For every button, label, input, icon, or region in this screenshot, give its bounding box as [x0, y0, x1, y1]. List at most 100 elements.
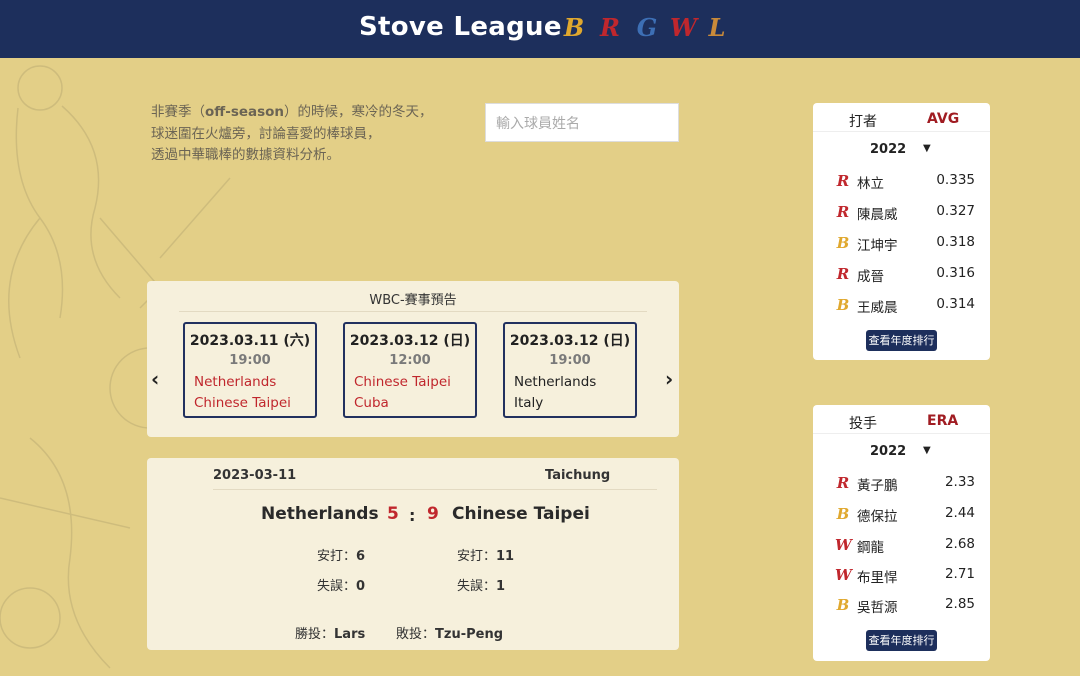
panel-metric: AVG	[927, 111, 960, 127]
away-hits: 安打：11	[457, 545, 514, 564]
game-time: 12:00	[389, 353, 431, 368]
win-label: 勝投：	[295, 627, 335, 642]
game-team2: Chinese Taipei	[194, 395, 291, 411]
lions-logo: R	[836, 474, 850, 492]
view-annual-ranking-button[interactable]: 查看年度排行	[866, 330, 937, 351]
wbc-title: WBC-賽事預告	[369, 293, 457, 308]
lions-logo: R	[836, 172, 850, 190]
leader-row[interactable]: W 布里悍 2.71	[835, 565, 975, 586]
intro-line2: 球迷圍在火爐旁，討論喜愛的棒球員，	[151, 125, 381, 142]
divider	[813, 131, 990, 132]
player-search-input[interactable]	[494, 104, 674, 143]
lions-logo[interactable]: R	[599, 14, 621, 42]
away-errors-value: 1	[496, 579, 506, 594]
leader-row[interactable]: B 江坤宇 0.318	[835, 233, 975, 254]
wbc-preview-card: WBC-賽事預告 ‹ › 2023.03.11 (六) 19:00 Nether…	[147, 281, 679, 437]
player-name: 鋼龍	[857, 540, 884, 556]
home-errors: 失誤：0	[317, 575, 365, 594]
errors-label: 失誤：	[457, 579, 497, 594]
dragons-logo: W	[835, 566, 852, 584]
win-pitcher-name: Lars	[334, 627, 366, 642]
leader-row[interactable]: R 成晉 0.316	[835, 264, 975, 285]
player-value: 2.71	[944, 566, 975, 582]
brothers-logo[interactable]: B	[563, 14, 585, 42]
leader-row[interactable]: W 鋼龍 2.68	[835, 535, 975, 556]
intro-line1-b: ）的時候，寒冷的冬天，	[284, 104, 433, 120]
losing-pitcher: 敗投：Tzu-Peng	[396, 623, 503, 642]
home-hits-value: 6	[356, 549, 366, 564]
monkeys-logo[interactable]: L	[706, 14, 728, 42]
home-score: 5	[387, 504, 399, 524]
game-card[interactable]: 2023.03.12 (日) 12:00 Chinese Taipei Cuba	[343, 322, 477, 418]
loss-pitcher-name: Tzu-Peng	[435, 627, 504, 642]
pitching-leaders-panel: 投手 ERA 2022 ▼ R 黃子鵬 2.33 B 德保拉 2.44 W 鋼龍…	[813, 405, 990, 661]
home-team-name: Netherlands	[261, 504, 379, 524]
chevron-right-icon[interactable]: ›	[665, 369, 673, 389]
score-separator: :	[409, 506, 416, 525]
player-value: 2.85	[944, 596, 975, 612]
errors-label: 失誤：	[317, 579, 357, 594]
player-name: 王威晨	[857, 300, 898, 316]
home-hits: 安打：6	[317, 545, 365, 564]
player-name: 陳晨威	[857, 207, 898, 223]
leader-row[interactable]: R 黃子鵬 2.33	[835, 473, 975, 494]
player-search	[485, 103, 679, 143]
player-value: 0.327	[936, 203, 975, 219]
year-select[interactable]: 2022	[870, 142, 906, 157]
view-annual-ranking-button[interactable]: 查看年度排行	[866, 630, 937, 651]
game-date: 2023.03.11 (六)	[189, 333, 311, 349]
result-date: 2023-03-11	[213, 468, 297, 483]
guardians-logo[interactable]: G	[636, 14, 658, 42]
divider	[813, 433, 990, 434]
year-select[interactable]: 2022	[870, 444, 906, 459]
intro-text: 非賽季（off-season）的時候，寒冷的冬天， 球迷圍在火爐旁，討論喜愛的棒…	[151, 102, 471, 167]
player-value: 2.44	[944, 505, 975, 521]
result-venue: Taichung	[545, 468, 611, 483]
hits-label: 安打：	[317, 549, 357, 564]
game-team2: Cuba	[354, 395, 389, 411]
player-name: 成晉	[857, 269, 884, 285]
game-team1: Chinese Taipei	[354, 374, 451, 390]
player-value: 2.68	[944, 536, 975, 552]
dragons-logo[interactable]: W	[670, 14, 697, 42]
brothers-logo: B	[836, 234, 850, 252]
caret-down-icon[interactable]: ▼	[923, 143, 931, 154]
game-team2: Italy	[514, 395, 544, 411]
leader-row[interactable]: R 林立 0.335	[835, 171, 975, 192]
home-errors-value: 0	[356, 579, 366, 594]
winning-pitcher: 勝投：Lars	[295, 623, 365, 642]
game-card[interactable]: 2023.03.12 (日) 19:00 Netherlands Italy	[503, 322, 637, 418]
loss-label: 敗投：	[396, 627, 436, 642]
hits-label: 安打：	[457, 549, 497, 564]
player-name: 江坤宇	[857, 238, 898, 254]
game-date: 2023.03.12 (日)	[509, 333, 631, 349]
leader-row[interactable]: B 王威晨 0.314	[835, 295, 975, 316]
divider	[179, 311, 647, 312]
player-value: 0.318	[936, 234, 975, 250]
game-team1: Netherlands	[194, 374, 277, 390]
game-card[interactable]: 2023.03.11 (六) 19:00 Netherlands Chinese…	[183, 322, 317, 418]
player-name: 布里悍	[857, 570, 898, 586]
dragons-logo: W	[835, 536, 852, 554]
away-errors: 失誤：1	[457, 575, 505, 594]
player-name: 林立	[857, 176, 884, 192]
player-value: 0.314	[936, 296, 975, 312]
panel-title: 投手	[849, 416, 877, 432]
leader-row[interactable]: B 吳哲源 2.85	[835, 595, 975, 616]
player-value: 0.316	[936, 265, 975, 281]
game-team1: Netherlands	[514, 374, 597, 390]
leader-row[interactable]: R 陳晨威 0.327	[835, 202, 975, 223]
player-value: 0.335	[936, 172, 975, 188]
caret-down-icon[interactable]: ▼	[923, 445, 931, 456]
lions-logo: R	[836, 203, 850, 221]
lions-logo: R	[836, 265, 850, 283]
away-score: 9	[427, 504, 439, 524]
divider	[213, 489, 657, 490]
intro-line3: 透過中華職棒的數據資料分析。	[151, 147, 340, 163]
site-brand[interactable]: Stove League	[359, 12, 562, 42]
top-navbar: Stove League B R G W L	[0, 0, 1080, 58]
leader-row[interactable]: B 德保拉 2.44	[835, 504, 975, 525]
panel-metric: ERA	[927, 413, 959, 429]
brothers-logo: B	[836, 296, 850, 314]
chevron-left-icon[interactable]: ‹	[151, 369, 159, 389]
